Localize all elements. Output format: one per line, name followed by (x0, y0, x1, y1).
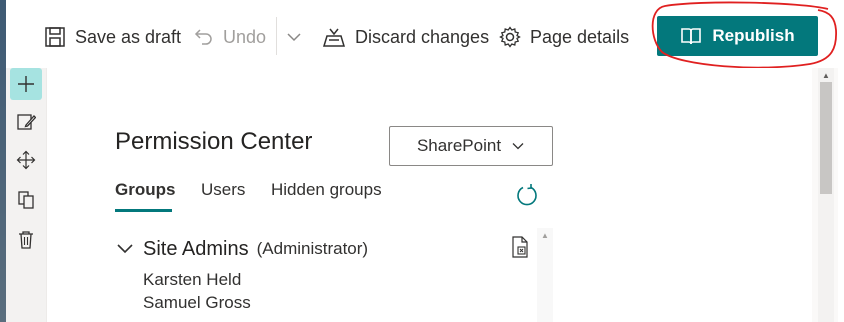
undo-icon (194, 29, 212, 45)
webpart-title: Permission Center (115, 128, 313, 155)
duplicate-section-button[interactable] (10, 184, 42, 216)
dropdown-value: SharePoint (416, 136, 502, 155)
discard-icon (322, 28, 346, 47)
edit-icon (17, 114, 36, 130)
tab-groups[interactable]: Groups (115, 180, 175, 200)
move-icon (16, 150, 36, 170)
discard-changes-button[interactable]: Discard changes (322, 22, 489, 52)
scrollbar-thumb[interactable] (820, 82, 832, 194)
chevron-down-icon (512, 143, 524, 150)
group-list-scrollbar[interactable]: ▲ (537, 228, 553, 322)
chevron-down-icon[interactable] (115, 239, 135, 259)
group-role: (Administrator) (256, 239, 369, 258)
site-type-dropdown[interactable]: SharePoint (389, 126, 553, 166)
edit-section-button[interactable] (10, 106, 42, 138)
page-details-button[interactable]: Page details (499, 22, 629, 52)
gear-icon (499, 26, 521, 48)
save-draft-label: Save as draft (75, 26, 182, 47)
tab-users[interactable]: Users (201, 180, 245, 200)
chevron-down-icon (287, 33, 301, 42)
move-section-button[interactable] (10, 144, 42, 176)
scroll-up-icon[interactable]: ▲ (541, 231, 549, 240)
export-icon[interactable] (510, 236, 530, 258)
list-item: Karsten Held (143, 270, 242, 289)
toolbar-divider (276, 17, 277, 55)
active-tab-indicator (115, 209, 172, 212)
undo-button[interactable]: Undo (194, 22, 266, 52)
trash-icon (19, 231, 33, 249)
page-toolbar: Save as draft Undo Discard changes Page … (6, 0, 838, 69)
save-icon (45, 27, 65, 47)
list-item: Samuel Gross (143, 293, 251, 312)
book-icon (681, 28, 702, 45)
republish-button[interactable]: Republish (657, 16, 818, 56)
more-undo-dropdown[interactable] (286, 22, 302, 52)
page-scrollbar[interactable]: ▲ (818, 68, 834, 322)
group-site-admins: Site Admins (Administrator) Karsten Held… (115, 236, 535, 314)
duplicate-icon (18, 191, 34, 209)
undo-label: Undo (223, 26, 267, 47)
group-name: Site Admins (143, 237, 249, 260)
page-details-label: Page details (530, 26, 630, 47)
window-edge-right (838, 0, 844, 322)
group-header[interactable]: Site Admins (Administrator) (115, 236, 535, 262)
delete-section-button[interactable] (10, 224, 42, 256)
section-toolbar (6, 68, 46, 322)
save-draft-button[interactable]: Save as draft (44, 22, 181, 52)
tab-hidden-groups[interactable]: Hidden groups (271, 180, 382, 200)
add-icon (18, 76, 34, 92)
add-section-button[interactable] (10, 68, 42, 100)
republish-label: Republish (712, 26, 795, 45)
scroll-up-icon[interactable]: ▲ (822, 71, 830, 80)
refresh-icon[interactable] (514, 183, 540, 209)
discard-label: Discard changes (355, 26, 490, 47)
